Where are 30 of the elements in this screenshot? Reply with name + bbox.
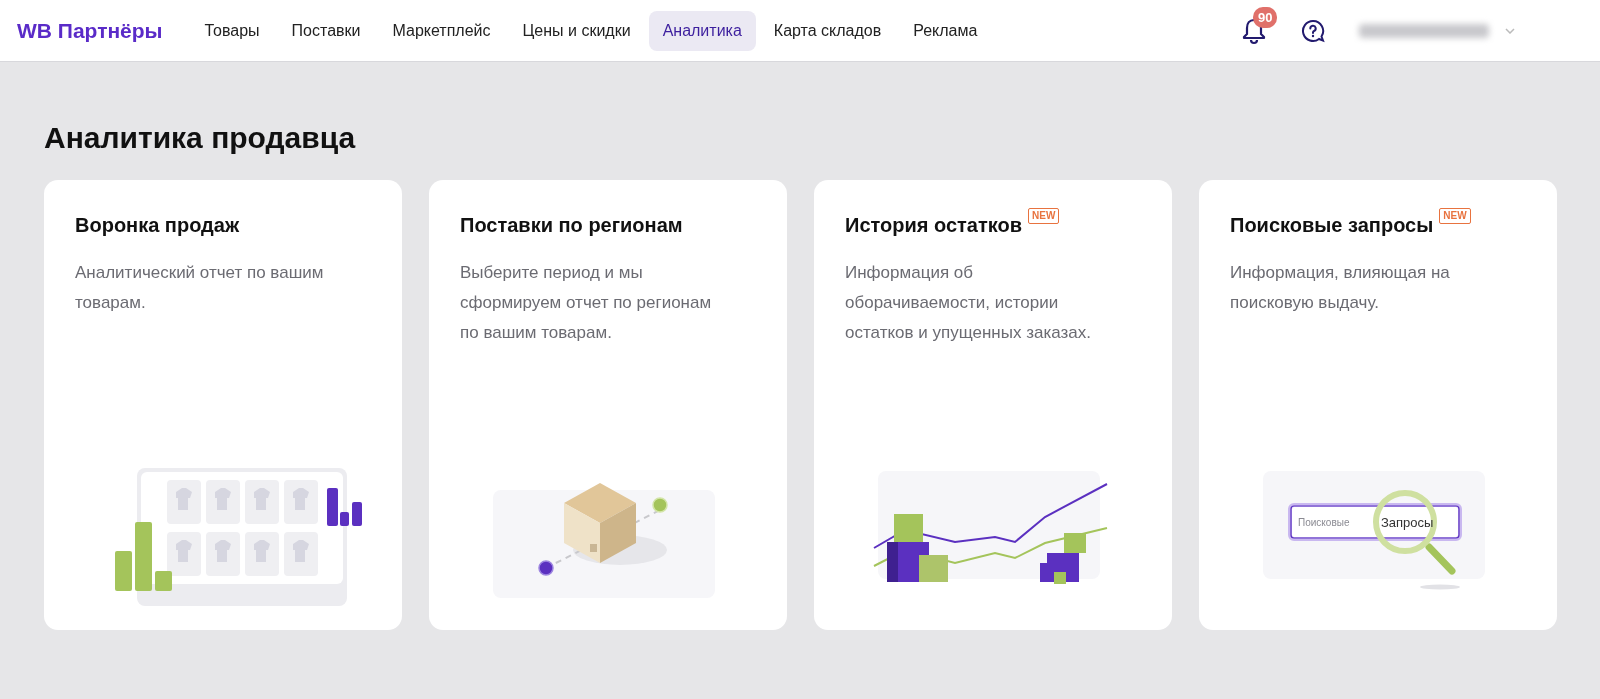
- report-card[interactable]: Воронка продаж Аналитический отчет по вашим товарам.: [44, 180, 402, 630]
- help-icon[interactable]: [1301, 18, 1325, 43]
- magnifier-icon: [1373, 490, 1456, 575]
- card-title: История остатков: [845, 213, 1023, 238]
- box-stack-drawing: [1040, 533, 1086, 584]
- nav-tab[interactable]: Маркетплейс: [378, 10, 505, 51]
- card-title: Поставки по регионам: [460, 213, 683, 238]
- page-title: Аналитика продавца: [44, 120, 357, 156]
- nav-tab[interactable]: Реклама: [899, 10, 992, 51]
- notification-count: 90: [1253, 6, 1278, 28]
- card-description: Аналитический отчет по вашим товарам.: [75, 262, 325, 314]
- card-description: Информация об оборачиваемости, истории остатков и упущенных заказах.: [845, 262, 1092, 344]
- card-title: Поисковые запросы: [1230, 213, 1434, 238]
- logo[interactable]: WB Партнёры: [17, 14, 163, 47]
- nav-tab[interactable]: Поставки: [277, 10, 375, 51]
- search-placeholder-text: Поисковые: [1298, 517, 1350, 528]
- box-stack-drawing: [887, 514, 948, 582]
- new-label: NEW: [1028, 208, 1060, 224]
- new-label: NEW: [1439, 208, 1471, 224]
- report-card[interactable]: Поисковые запросы NEW Информация, влияющая на поисковую выдачу. Поисковые Запросы: [1199, 180, 1557, 630]
- card-description: Информация, влияющая на поисковую выдачу.: [1230, 262, 1451, 314]
- nav-tab[interactable]: Карта складов: [759, 10, 896, 51]
- card-title: Воронка продаж: [75, 213, 240, 238]
- search-query-text: Запросы: [1381, 515, 1434, 530]
- nav-tab[interactable]: Аналитика: [648, 10, 756, 51]
- card-description: Выберите период и мы сформируем отчет по регионам по вашим товарам.: [460, 262, 713, 344]
- report-card[interactable]: История остатков NEW Информация об оборачиваемости, истории остатков и упущенных заказах.: [814, 180, 1172, 630]
- nav-tab[interactable]: Цены и скидки: [508, 10, 645, 51]
- nav-tab[interactable]: Товары: [190, 10, 274, 51]
- report-card[interactable]: Поставки по регионам Выберите период и мы сформируем отчет по регионам по вашим товарам.: [429, 180, 787, 630]
